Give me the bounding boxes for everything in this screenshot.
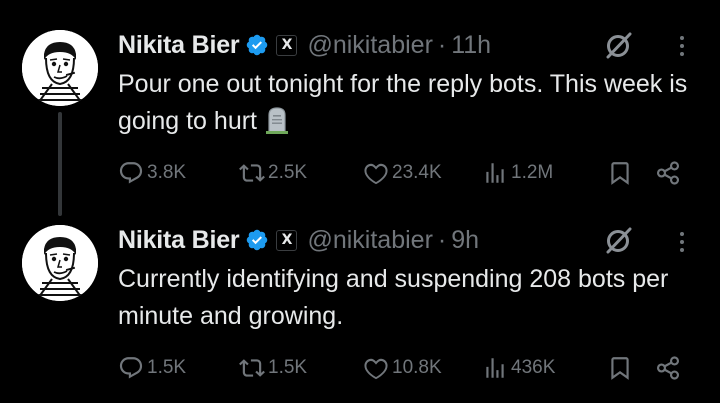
views-count: 1.2M	[511, 162, 554, 183]
reply-count: 1.5K	[147, 357, 187, 378]
tweet-header: Nikita Bier X @nikitabier · 9h	[118, 225, 479, 255]
more-options-icon[interactable]	[672, 227, 692, 257]
reply-count: 3.8K	[147, 162, 187, 183]
bookmark-icon	[611, 357, 629, 380]
avatar-illustration	[22, 30, 98, 106]
reply-button[interactable]: 1.5K	[118, 353, 186, 383]
tweet-actions: 1.5K 1.5K 10.8K 436K	[118, 353, 698, 383]
views-button[interactable]: 1.2M	[482, 158, 553, 188]
author-name[interactable]: Nikita Bier	[118, 226, 240, 255]
like-button[interactable]: 23.4K	[363, 158, 442, 188]
avatar-illustration	[22, 225, 98, 301]
share-button[interactable]	[655, 158, 681, 188]
reply-icon	[119, 162, 143, 184]
repost-count: 2.5K	[268, 162, 308, 183]
views-button[interactable]: 436K	[482, 353, 555, 383]
timestamp[interactable]: 11h	[451, 31, 491, 60]
heart-icon	[364, 358, 388, 380]
like-count: 10.8K	[392, 357, 442, 378]
repost-icon	[239, 164, 265, 182]
author-handle[interactable]: @nikitabier	[307, 226, 432, 255]
share-icon	[656, 356, 680, 380]
repost-icon	[239, 359, 265, 377]
bookmark-button[interactable]	[607, 353, 633, 383]
share-icon	[656, 161, 680, 185]
author-name[interactable]: Nikita Bier	[118, 31, 240, 60]
reply-button[interactable]: 3.8K	[118, 158, 186, 188]
repost-count: 1.5K	[268, 357, 308, 378]
like-count: 23.4K	[392, 162, 442, 183]
tombstone-icon	[265, 106, 288, 134]
separator-dot: ·	[437, 30, 447, 59]
thread-connector-line	[58, 112, 62, 216]
tweet-text: Pour one out tonight for the reply bots.…	[118, 66, 698, 140]
like-button[interactable]: 10.8K	[363, 353, 442, 383]
tweet-text-content: Pour one out tonight for the reply bots.…	[118, 70, 688, 135]
more-options-icon[interactable]	[672, 31, 692, 61]
heart-icon	[364, 163, 388, 185]
repost-button[interactable]: 1.5K	[239, 353, 307, 383]
separator-dot: ·	[437, 225, 447, 254]
tweet-actions: 3.8K 2.5K 23.4K 1.2M	[118, 158, 698, 188]
grok-icon[interactable]	[603, 224, 635, 256]
timestamp[interactable]: 9h	[451, 226, 479, 255]
avatar[interactable]	[22, 225, 98, 301]
affiliate-badge[interactable]: X	[276, 34, 298, 56]
tweet-header: Nikita Bier X @nikitabier · 11h	[118, 30, 491, 60]
reply-icon	[119, 357, 143, 379]
author-handle[interactable]: @nikitabier	[307, 31, 432, 60]
bookmark-icon	[611, 162, 629, 185]
tweet[interactable]: Nikita Bier X @nikitabier · 11h Pour one…	[0, 0, 720, 216]
share-button[interactable]	[655, 353, 681, 383]
tweet-text-content: Currently identifying and suspending 208…	[118, 265, 669, 330]
verified-badge-icon[interactable]	[245, 33, 269, 57]
bookmark-button[interactable]	[607, 158, 633, 188]
views-chart-icon	[486, 358, 504, 378]
views-count: 436K	[511, 357, 556, 378]
verified-badge-icon[interactable]	[245, 228, 269, 252]
grok-icon[interactable]	[603, 29, 635, 61]
avatar[interactable]	[22, 30, 98, 106]
repost-button[interactable]: 2.5K	[239, 158, 307, 188]
tweet-text: Currently identifying and suspending 208…	[118, 261, 698, 335]
views-chart-icon	[486, 163, 504, 183]
affiliate-badge[interactable]: X	[276, 229, 298, 251]
tweet[interactable]: Nikita Bier X @nikitabier · 9h Currently…	[0, 203, 720, 403]
